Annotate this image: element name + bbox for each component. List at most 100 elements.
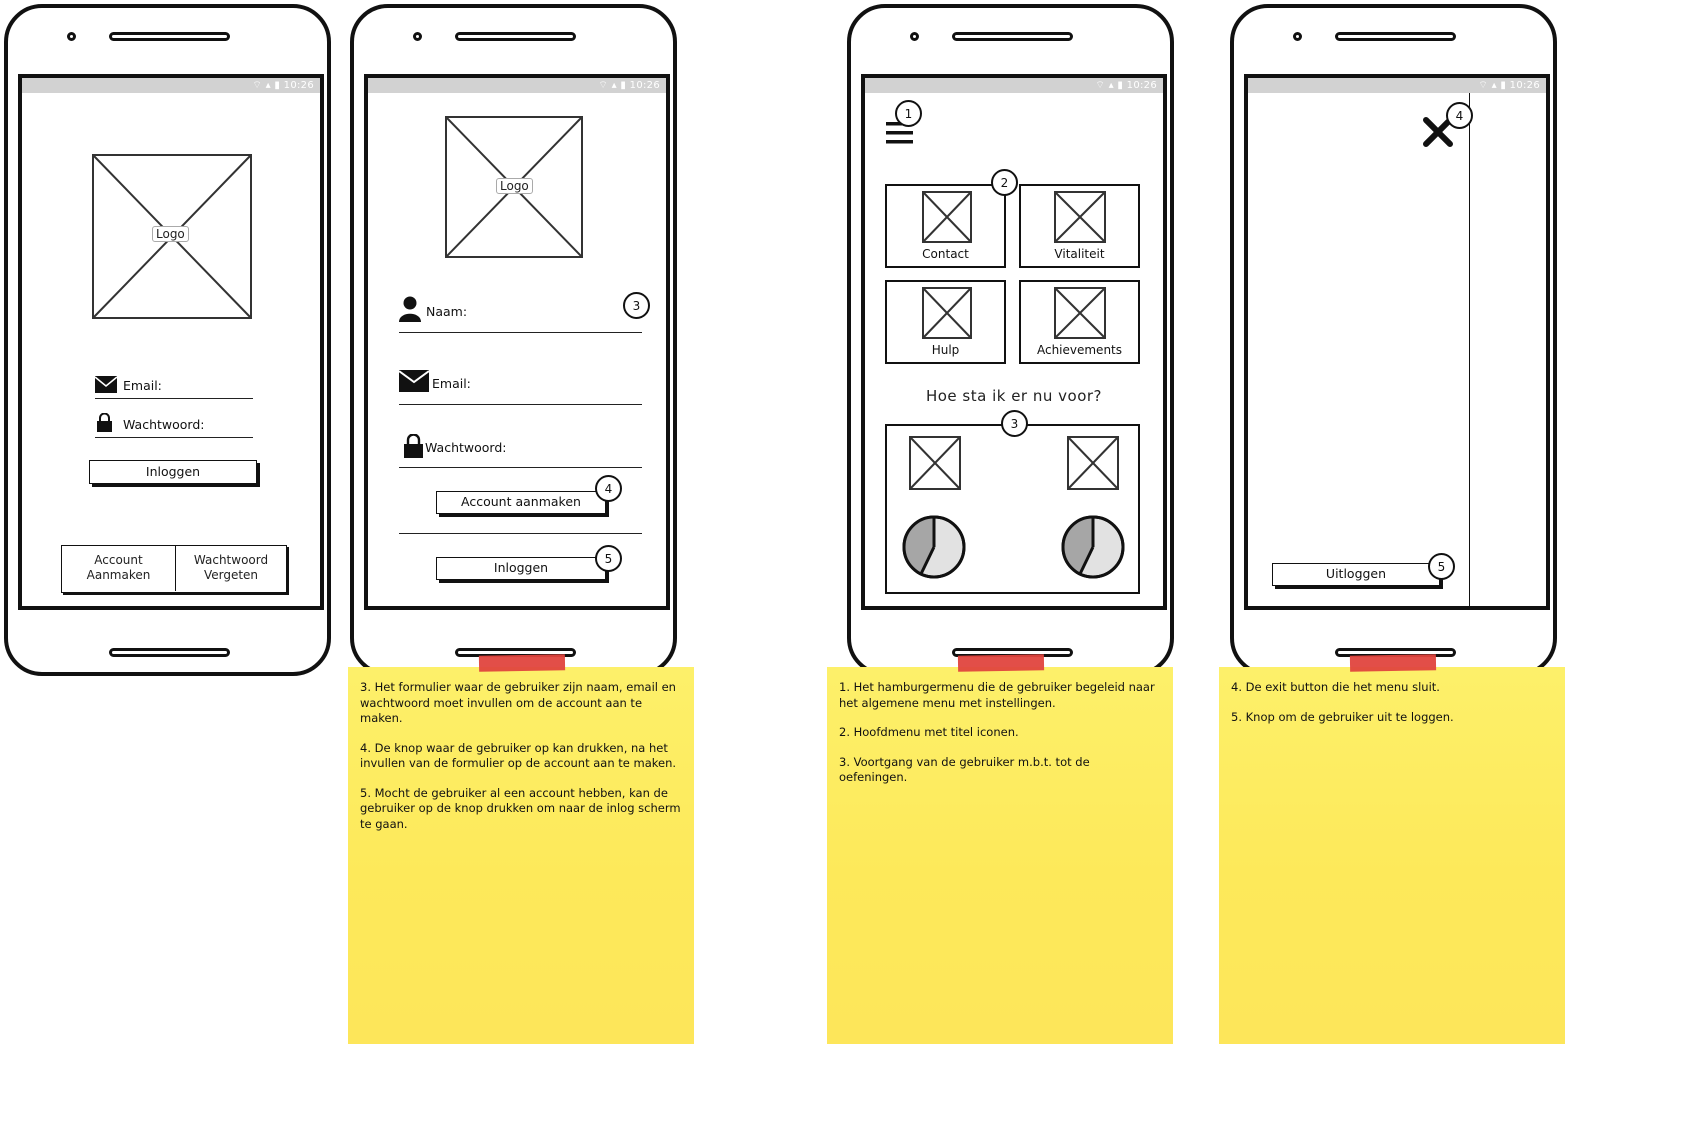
logo-placeholder: Logo [92, 154, 252, 319]
email-label: Email: [432, 376, 471, 391]
camera-icon [413, 32, 422, 41]
sticky-note-side-menu: 4. De exit button die het menu sluit. 5.… [1219, 667, 1565, 1044]
screen-side-menu: ⌔ ▴ ▮ 10:26 4 Uitloggen 5 [1244, 74, 1550, 610]
progress-panel [885, 424, 1140, 594]
contact-image-icon [922, 191, 972, 243]
status-time: 10:26 [1509, 80, 1540, 91]
tile-label: Vitaliteit [1054, 247, 1105, 261]
tile-label: Achievements [1036, 343, 1123, 357]
user-icon [399, 296, 421, 322]
password-label: Wachtwoord: [425, 440, 507, 455]
lock-icon [97, 413, 112, 432]
tape [478, 654, 566, 672]
progress-pie-left-icon [902, 515, 966, 579]
logout-button[interactable]: Uitloggen [1272, 563, 1440, 586]
camera-icon [1293, 32, 1302, 41]
forgot-password-line2: Vergeten [203, 568, 259, 582]
phone-side-menu: ⌔ ▴ ▮ 10:26 4 Uitloggen 5 [1230, 4, 1557, 676]
email-label: Email: [123, 378, 162, 393]
badge-3: 3 [623, 292, 650, 319]
tile-achievements[interactable]: Achievements [1019, 280, 1140, 364]
sticky-note-main-menu: 1. Het hamburgermenu die de gebruiker be… [827, 667, 1173, 1044]
badge-3: 3 [1001, 410, 1028, 437]
note-item: 5. Knop om de gebruiker uit te loggen. [1231, 709, 1454, 724]
password-label: Wachtwoord: [123, 417, 205, 432]
note-item: 3. Voortgang van de gebruiker m.b.t. tot… [839, 754, 1090, 785]
note-item: 2. Hoofdmenu met titel iconen. [839, 725, 1019, 739]
progress-title: Hoe sta ik er nu voor? [925, 387, 1103, 405]
login-button[interactable]: Inloggen [89, 460, 257, 484]
note-item: 1. Het hamburgermenu die de gebruiker be… [839, 680, 1155, 710]
name-label: Naam: [426, 304, 468, 319]
progress-image-right-icon [1067, 436, 1119, 490]
email-field[interactable] [95, 398, 253, 399]
speaker-icon [109, 32, 230, 41]
phone-create-account: ⌔ ▴ ▮ 10:26 Logo Naam: 3 Email: Wachtwoo… [350, 4, 677, 676]
note-item: 3. Het formulier waar de gebruiker zijn … [360, 680, 676, 725]
status-icons: ⌔ ▴ ▮ [1095, 80, 1127, 91]
camera-icon [910, 32, 919, 41]
screen-login: ⌔ ▴ ▮ 10:26 Logo Email: Wachtwoord: Inlo… [18, 74, 324, 610]
phone-main-menu: ⌔ ▴ ▮ 10:26 1 Contact 2 Vitaliteit Hulp … [847, 4, 1174, 676]
status-bar: ⌔ ▴ ▮ 10:26 [22, 78, 320, 93]
status-icons: ⌔ ▴ ▮ [598, 80, 630, 91]
create-account-line2: Aanmaken [86, 568, 151, 582]
badge-4: 4 [1446, 102, 1473, 129]
home-button-icon[interactable] [109, 648, 230, 657]
create-account-line1: Account [94, 553, 143, 567]
tile-label: Contact [922, 247, 969, 261]
badge-1: 1 [895, 100, 922, 127]
envelope-icon [95, 376, 117, 393]
speaker-icon [1335, 32, 1456, 41]
login-button[interactable]: Inloggen [436, 557, 606, 580]
password-field[interactable] [95, 437, 253, 438]
status-icons: ⌔ ▴ ▮ [1478, 80, 1510, 91]
name-field[interactable] [399, 332, 642, 333]
tile-hulp[interactable]: Hulp [885, 280, 1006, 364]
side-menu-panel [1248, 93, 1470, 606]
note-item: 5. Mocht de gebruiker al een account heb… [360, 785, 681, 831]
badge-4: 4 [595, 475, 622, 502]
forgot-password-button[interactable]: Wachtwoord Vergeten [176, 546, 286, 591]
status-time: 10:26 [1126, 80, 1157, 91]
logo-placeholder: Logo [445, 116, 583, 258]
progress-pie-right-icon [1061, 515, 1125, 579]
divider-line [399, 533, 642, 534]
note-item: 4. De knop waar de gebruiker op kan druk… [360, 740, 677, 771]
tape [957, 654, 1045, 672]
vitaliteit-image-icon [1054, 191, 1106, 243]
badge-5: 5 [1428, 553, 1455, 580]
envelope-icon [399, 370, 429, 392]
tile-vitaliteit[interactable]: Vitaliteit [1019, 184, 1140, 268]
lock-icon [404, 434, 423, 458]
tape [1349, 654, 1437, 672]
note-item: 4. De exit button die het menu sluit. [1231, 680, 1440, 694]
tile-label: Hulp [931, 343, 960, 357]
badge-2: 2 [991, 169, 1018, 196]
screen-create-account: ⌔ ▴ ▮ 10:26 Logo Naam: 3 Email: Wachtwoo… [364, 74, 670, 610]
create-account-button[interactable]: Account Aanmaken [62, 546, 176, 591]
badge-5: 5 [595, 545, 622, 572]
hulp-image-icon [922, 287, 972, 339]
logo-label: Logo [496, 178, 533, 194]
status-time: 10:26 [629, 80, 660, 91]
create-account-button[interactable]: Account aanmaken [436, 491, 606, 514]
status-bar: ⌔ ▴ ▮ 10:26 [368, 78, 666, 93]
status-bar: ⌔ ▴ ▮ 10:26 [865, 78, 1163, 93]
logo-label: Logo [152, 226, 189, 242]
screen-main-menu: ⌔ ▴ ▮ 10:26 1 Contact 2 Vitaliteit Hulp … [861, 74, 1167, 610]
password-field[interactable] [399, 467, 642, 468]
progress-image-left-icon [909, 436, 961, 490]
status-icons: ⌔ ▴ ▮ [252, 80, 284, 91]
sticky-note-create-account: 3. Het formulier waar de gebruiker zijn … [348, 667, 694, 1044]
bottom-button-group: Account Aanmaken Wachtwoord Vergeten [61, 545, 287, 593]
email-field[interactable] [399, 404, 642, 405]
status-bar: ⌔ ▴ ▮ 10:26 [1248, 78, 1546, 93]
forgot-password-line1: Wachtwoord [193, 553, 269, 567]
achievements-image-icon [1054, 287, 1106, 339]
speaker-icon [455, 32, 576, 41]
camera-icon [67, 32, 76, 41]
phone-login: ⌔ ▴ ▮ 10:26 Logo Email: Wachtwoord: Inlo… [4, 4, 331, 676]
tile-contact[interactable]: Contact [885, 184, 1006, 268]
speaker-icon [952, 32, 1073, 41]
